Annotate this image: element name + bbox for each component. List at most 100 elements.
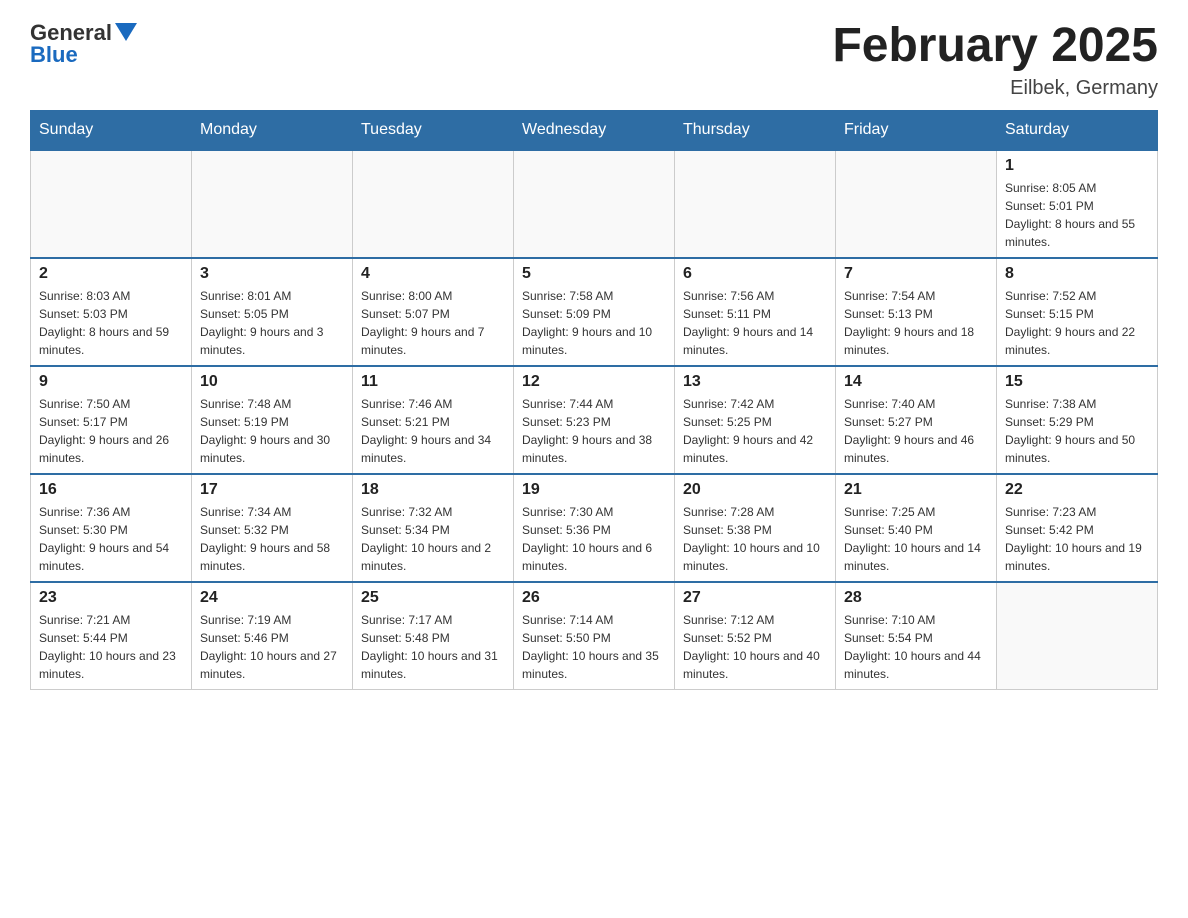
calendar-cell: 1Sunrise: 8:05 AM Sunset: 5:01 PM Daylig…	[997, 150, 1158, 258]
day-info: Sunrise: 7:30 AM Sunset: 5:36 PM Dayligh…	[522, 503, 666, 575]
day-info: Sunrise: 7:10 AM Sunset: 5:54 PM Dayligh…	[844, 611, 988, 683]
header-day-friday: Friday	[836, 110, 997, 150]
calendar-cell: 17 Sunrise: 7:34 AM Sunset: 5:32 PM Dayli…	[192, 474, 353, 582]
week-row-4: 16 Sunrise: 7:36 AM Sunset: 5:30 PM Dayli…	[31, 474, 1158, 582]
day-info: Sunrise: 8:01 AM Sunset: 5:05 PM Dayligh…	[200, 287, 344, 359]
week-row-3: 9 Sunrise: 7:50 AM Sunset: 5:17 PM Daylig…	[31, 366, 1158, 474]
day-info: Sunrise: 7:25 AM Sunset: 5:40 PM Dayligh…	[844, 503, 988, 575]
calendar-cell: 18Sunrise: 7:32 AM Sunset: 5:34 PM Dayli…	[353, 474, 514, 582]
day-number: 25	[361, 589, 505, 607]
calendar-cell: 19 Sunrise: 7:30 AM Sunset: 5:36 PM Dayli…	[514, 474, 675, 582]
day-info: Sunrise: 7:50 AM Sunset: 5:17 PM Dayligh…	[39, 395, 183, 467]
day-info: Sunrise: 7:21 AM Sunset: 5:44 PM Dayligh…	[39, 611, 183, 683]
calendar-cell: 7 Sunrise: 7:54 AM Sunset: 5:13 PM Daylig…	[836, 258, 997, 366]
day-number: 15	[1005, 373, 1149, 391]
calendar-subtitle: Eilbek, Germany	[832, 77, 1158, 100]
calendar-cell: 15 Sunrise: 7:38 AM Sunset: 5:29 PM Dayli…	[997, 366, 1158, 474]
day-info: Sunrise: 7:34 AM Sunset: 5:32 PM Dayligh…	[200, 503, 344, 575]
day-info: Sunrise: 8:00 AM Sunset: 5:07 PM Dayligh…	[361, 287, 505, 359]
header-day-wednesday: Wednesday	[514, 110, 675, 150]
calendar-cell: 21 Sunrise: 7:25 AM Sunset: 5:40 PM Dayli…	[836, 474, 997, 582]
day-number: 2	[39, 265, 183, 283]
day-info: Sunrise: 7:46 AM Sunset: 5:21 PM Dayligh…	[361, 395, 505, 467]
logo-icon	[115, 23, 137, 41]
day-number: 5	[522, 265, 666, 283]
day-number: 12	[522, 373, 666, 391]
header-day-sunday: Sunday	[31, 110, 192, 150]
header-day-thursday: Thursday	[675, 110, 836, 150]
calendar-cell: 12 Sunrise: 7:44 AM Sunset: 5:23 PM Dayli…	[514, 366, 675, 474]
calendar-cell: 13Sunrise: 7:42 AM Sunset: 5:25 PM Dayli…	[675, 366, 836, 474]
calendar-cell: 28Sunrise: 7:10 AM Sunset: 5:54 PM Dayli…	[836, 582, 997, 690]
calendar-cell	[31, 150, 192, 258]
logo-text-blue: Blue	[30, 42, 78, 68]
day-info: Sunrise: 7:42 AM Sunset: 5:25 PM Dayligh…	[683, 395, 827, 467]
logo: General Blue	[30, 20, 137, 68]
day-info: Sunrise: 8:03 AM Sunset: 5:03 PM Dayligh…	[39, 287, 183, 359]
day-info: Sunrise: 7:52 AM Sunset: 5:15 PM Dayligh…	[1005, 287, 1149, 359]
day-info: Sunrise: 7:44 AM Sunset: 5:23 PM Dayligh…	[522, 395, 666, 467]
calendar-cell	[836, 150, 997, 258]
day-number: 23	[39, 589, 183, 607]
calendar-cell: 24Sunrise: 7:19 AM Sunset: 5:46 PM Dayli…	[192, 582, 353, 690]
day-number: 11	[361, 373, 505, 391]
day-info: Sunrise: 7:36 AM Sunset: 5:30 PM Dayligh…	[39, 503, 183, 575]
week-row-1: 1Sunrise: 8:05 AM Sunset: 5:01 PM Daylig…	[31, 150, 1158, 258]
day-info: Sunrise: 7:54 AM Sunset: 5:13 PM Dayligh…	[844, 287, 988, 359]
day-number: 1	[1005, 157, 1149, 175]
day-info: Sunrise: 7:28 AM Sunset: 5:38 PM Dayligh…	[683, 503, 827, 575]
day-number: 16	[39, 481, 183, 499]
header-day-monday: Monday	[192, 110, 353, 150]
day-number: 20	[683, 481, 827, 499]
day-number: 21	[844, 481, 988, 499]
calendar-table: SundayMondayTuesdayWednesdayThursdayFrid…	[30, 110, 1158, 690]
day-number: 6	[683, 265, 827, 283]
week-row-2: 2 Sunrise: 8:03 AM Sunset: 5:03 PM Daylig…	[31, 258, 1158, 366]
calendar-title: February 2025	[832, 20, 1158, 73]
day-number: 3	[200, 265, 344, 283]
calendar-cell: 25Sunrise: 7:17 AM Sunset: 5:48 PM Dayli…	[353, 582, 514, 690]
day-number: 17	[200, 481, 344, 499]
calendar-cell: 14Sunrise: 7:40 AM Sunset: 5:27 PM Dayli…	[836, 366, 997, 474]
day-number: 10	[200, 373, 344, 391]
header-day-saturday: Saturday	[997, 110, 1158, 150]
calendar-cell: 9 Sunrise: 7:50 AM Sunset: 5:17 PM Daylig…	[31, 366, 192, 474]
day-number: 27	[683, 589, 827, 607]
header-day-tuesday: Tuesday	[353, 110, 514, 150]
week-row-5: 23 Sunrise: 7:21 AM Sunset: 5:44 PM Dayli…	[31, 582, 1158, 690]
day-number: 26	[522, 589, 666, 607]
day-number: 14	[844, 373, 988, 391]
calendar-cell: 8Sunrise: 7:52 AM Sunset: 5:15 PM Daylig…	[997, 258, 1158, 366]
calendar-cell: 26 Sunrise: 7:14 AM Sunset: 5:50 PM Dayli…	[514, 582, 675, 690]
calendar-cell: 23 Sunrise: 7:21 AM Sunset: 5:44 PM Dayli…	[31, 582, 192, 690]
calendar-cell: 16 Sunrise: 7:36 AM Sunset: 5:30 PM Dayli…	[31, 474, 192, 582]
day-info: Sunrise: 7:12 AM Sunset: 5:52 PM Dayligh…	[683, 611, 827, 683]
day-number: 18	[361, 481, 505, 499]
title-section: February 2025 Eilbek, Germany	[832, 20, 1158, 100]
calendar-cell	[192, 150, 353, 258]
day-number: 22	[1005, 481, 1149, 499]
day-info: Sunrise: 7:14 AM Sunset: 5:50 PM Dayligh…	[522, 611, 666, 683]
calendar-cell: 2 Sunrise: 8:03 AM Sunset: 5:03 PM Daylig…	[31, 258, 192, 366]
calendar-cell: 11 Sunrise: 7:46 AM Sunset: 5:21 PM Dayli…	[353, 366, 514, 474]
calendar-cell: 4 Sunrise: 8:00 AM Sunset: 5:07 PM Daylig…	[353, 258, 514, 366]
calendar-cell: 20 Sunrise: 7:28 AM Sunset: 5:38 PM Dayli…	[675, 474, 836, 582]
calendar-cell: 10 Sunrise: 7:48 AM Sunset: 5:19 PM Dayli…	[192, 366, 353, 474]
day-number: 9	[39, 373, 183, 391]
calendar-cell	[353, 150, 514, 258]
calendar-cell: 5 Sunrise: 7:58 AM Sunset: 5:09 PM Daylig…	[514, 258, 675, 366]
calendar-cell: 6 Sunrise: 7:56 AM Sunset: 5:11 PM Daylig…	[675, 258, 836, 366]
day-number: 4	[361, 265, 505, 283]
day-number: 7	[844, 265, 988, 283]
day-info: Sunrise: 7:38 AM Sunset: 5:29 PM Dayligh…	[1005, 395, 1149, 467]
day-info: Sunrise: 7:58 AM Sunset: 5:09 PM Dayligh…	[522, 287, 666, 359]
calendar-cell: 3 Sunrise: 8:01 AM Sunset: 5:05 PM Daylig…	[192, 258, 353, 366]
calendar-cell: 22 Sunrise: 7:23 AM Sunset: 5:42 PM Dayli…	[997, 474, 1158, 582]
page-header: General Blue February 2025 Eilbek, Germa…	[30, 20, 1158, 100]
day-info: Sunrise: 7:23 AM Sunset: 5:42 PM Dayligh…	[1005, 503, 1149, 575]
day-number: 19	[522, 481, 666, 499]
calendar-cell	[514, 150, 675, 258]
day-info: Sunrise: 7:48 AM Sunset: 5:19 PM Dayligh…	[200, 395, 344, 467]
header-row: SundayMondayTuesdayWednesdayThursdayFrid…	[31, 110, 1158, 150]
day-info: Sunrise: 7:56 AM Sunset: 5:11 PM Dayligh…	[683, 287, 827, 359]
